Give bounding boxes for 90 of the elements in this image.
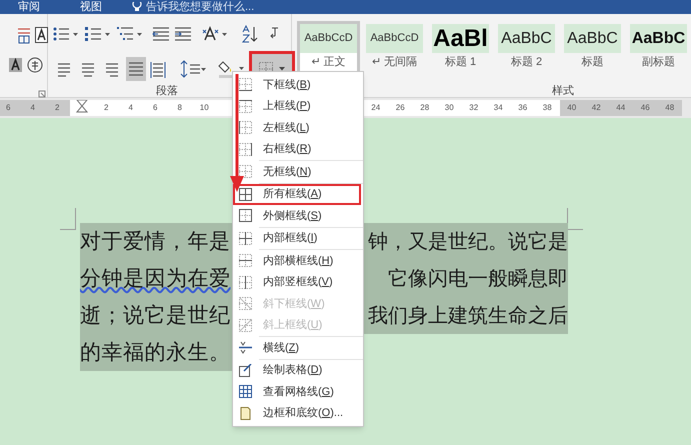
border-icon[interactable] bbox=[239, 209, 252, 222]
ruler-number: 10 bbox=[200, 102, 209, 114]
document-icon[interactable] bbox=[239, 406, 252, 420]
menu-item[interactable]: 边框和底纹(O)... bbox=[233, 402, 361, 424]
menu-item[interactable]: 下框线(B) bbox=[233, 74, 361, 96]
border-icon[interactable] bbox=[239, 254, 252, 268]
ruler-number: 42 bbox=[592, 102, 601, 114]
sort-icon[interactable] bbox=[242, 25, 258, 43]
page-corner-mark bbox=[60, 208, 76, 230]
style-preview: AaBbCcD bbox=[300, 24, 357, 53]
ruler-number: 4 bbox=[30, 102, 35, 114]
group-label: 样式 bbox=[552, 84, 574, 99]
menu-item[interactable]: 绘制表格(D) bbox=[233, 360, 361, 381]
border-icon[interactable] bbox=[239, 121, 252, 134]
style-name: 标题 bbox=[582, 55, 604, 70]
ruler-number: 30 bbox=[444, 102, 454, 114]
paragraph-text: 它像闪电一般瞬息即 bbox=[388, 266, 568, 292]
ruler-number: 44 bbox=[616, 102, 626, 114]
style-name: ↵ 正文 bbox=[311, 54, 346, 70]
ruler-number: 6 bbox=[153, 102, 158, 114]
menu-item[interactable]: 外侧框线(S) bbox=[233, 205, 361, 226]
style-preview: AaBl bbox=[432, 24, 489, 53]
ruler-number: 24 bbox=[371, 102, 380, 114]
bullets-icon[interactable] bbox=[52, 26, 80, 42]
border-icon[interactable] bbox=[239, 276, 252, 289]
menu-item[interactable]: 右框线(R) bbox=[233, 138, 361, 160]
menu-item[interactable]: 无框线(N) bbox=[233, 161, 361, 182]
style-name: 标题 2 bbox=[510, 55, 542, 70]
ribbon-tab[interactable]: 视图 bbox=[80, 0, 102, 14]
multilevel-list-icon[interactable] bbox=[116, 26, 144, 42]
show-marks-icon[interactable] bbox=[268, 27, 280, 41]
style-name: 标题 1 bbox=[444, 55, 476, 70]
paragraph-text: 我们身上建筑生命之后 bbox=[368, 304, 568, 328]
ruler-number: 2 bbox=[55, 102, 60, 114]
ruler-number: 4 bbox=[128, 102, 133, 114]
menu-item[interactable]: 上框线(P) bbox=[233, 96, 361, 117]
table-grid-icon[interactable] bbox=[239, 385, 252, 398]
ruler-number: 2 bbox=[104, 102, 108, 114]
style-name: ↵ 无间隔 bbox=[372, 55, 418, 70]
style-preview: AaBbC bbox=[564, 24, 621, 53]
border-icon[interactable] bbox=[239, 232, 252, 245]
dialog-launcher-icon[interactable] bbox=[38, 90, 46, 98]
ruler-number: 40 bbox=[567, 102, 576, 114]
menu-item[interactable]: 内部竖框线(V) bbox=[233, 272, 361, 293]
character-shading-icon[interactable] bbox=[9, 58, 22, 72]
style-preview: AaBbC bbox=[630, 24, 687, 53]
style-preview: AaBbC bbox=[498, 24, 555, 53]
horizontal-line-icon[interactable] bbox=[239, 341, 252, 354]
menu-item[interactable]: 左框线(L) bbox=[233, 117, 361, 138]
style-name: 副标题 bbox=[642, 55, 675, 70]
menu-item[interactable]: 横线(Z) bbox=[233, 337, 361, 358]
ruler-number: 46 bbox=[640, 102, 650, 114]
asian-layout-icon[interactable] bbox=[202, 26, 228, 42]
border-icon[interactable] bbox=[239, 142, 252, 156]
menu-item[interactable]: 查看网格线(G) bbox=[233, 381, 361, 402]
paragraph-text: 分钟是因为在爱 bbox=[80, 266, 230, 292]
character-border-icon[interactable] bbox=[35, 27, 48, 43]
paragraph-text: 对于爱情，年是 bbox=[80, 228, 230, 254]
ruler-number: 8 bbox=[178, 102, 182, 114]
ruler-number: 32 bbox=[469, 102, 478, 114]
ruler-number: 38 bbox=[542, 102, 552, 114]
ruler-number: 34 bbox=[494, 102, 503, 114]
menu-item[interactable]: 内部横框线(H) bbox=[233, 250, 361, 272]
pencil-table-icon[interactable] bbox=[239, 364, 252, 377]
line-spacing-icon[interactable] bbox=[180, 59, 206, 79]
border-icon[interactable] bbox=[239, 100, 252, 113]
ruler-number: 28 bbox=[420, 102, 430, 114]
ruler-number: 36 bbox=[518, 102, 528, 114]
numbering-icon[interactable] bbox=[84, 26, 112, 42]
ruler-number: 6 bbox=[6, 102, 10, 114]
ruler-number: 48 bbox=[665, 102, 674, 114]
ruler-number: 26 bbox=[396, 102, 405, 114]
decrease-indent-icon[interactable] bbox=[152, 26, 170, 42]
distributed-icon[interactable] bbox=[150, 59, 166, 79]
menu-item[interactable]: 内部框线(I) bbox=[233, 228, 361, 249]
increase-indent-icon[interactable] bbox=[174, 26, 192, 42]
paragraph-text: 钟，又是世纪。说它是 bbox=[368, 230, 568, 254]
justify-icon[interactable] bbox=[126, 57, 146, 81]
enclose-character-icon[interactable] bbox=[27, 57, 43, 73]
group-label: 段落 bbox=[156, 84, 178, 99]
style-preview: AaBbCcD bbox=[366, 24, 423, 53]
paragraph-text: 的幸福的永生。 bbox=[80, 340, 230, 366]
ribbon-tab[interactable]: 审阅 bbox=[18, 0, 40, 14]
border-icon[interactable] bbox=[239, 78, 252, 92]
menu-item[interactable]: 所有框线(A) bbox=[233, 184, 361, 205]
style-gallery-item[interactable]: AaBbCcD ↵ 正文 bbox=[297, 21, 360, 74]
border-icon[interactable] bbox=[239, 188, 252, 201]
paragraph-text: 逝；说它是世纪 bbox=[80, 302, 230, 328]
tell-me-field[interactable]: 告诉我您想要做什么... bbox=[146, 0, 254, 14]
border-icon[interactable] bbox=[239, 165, 252, 178]
